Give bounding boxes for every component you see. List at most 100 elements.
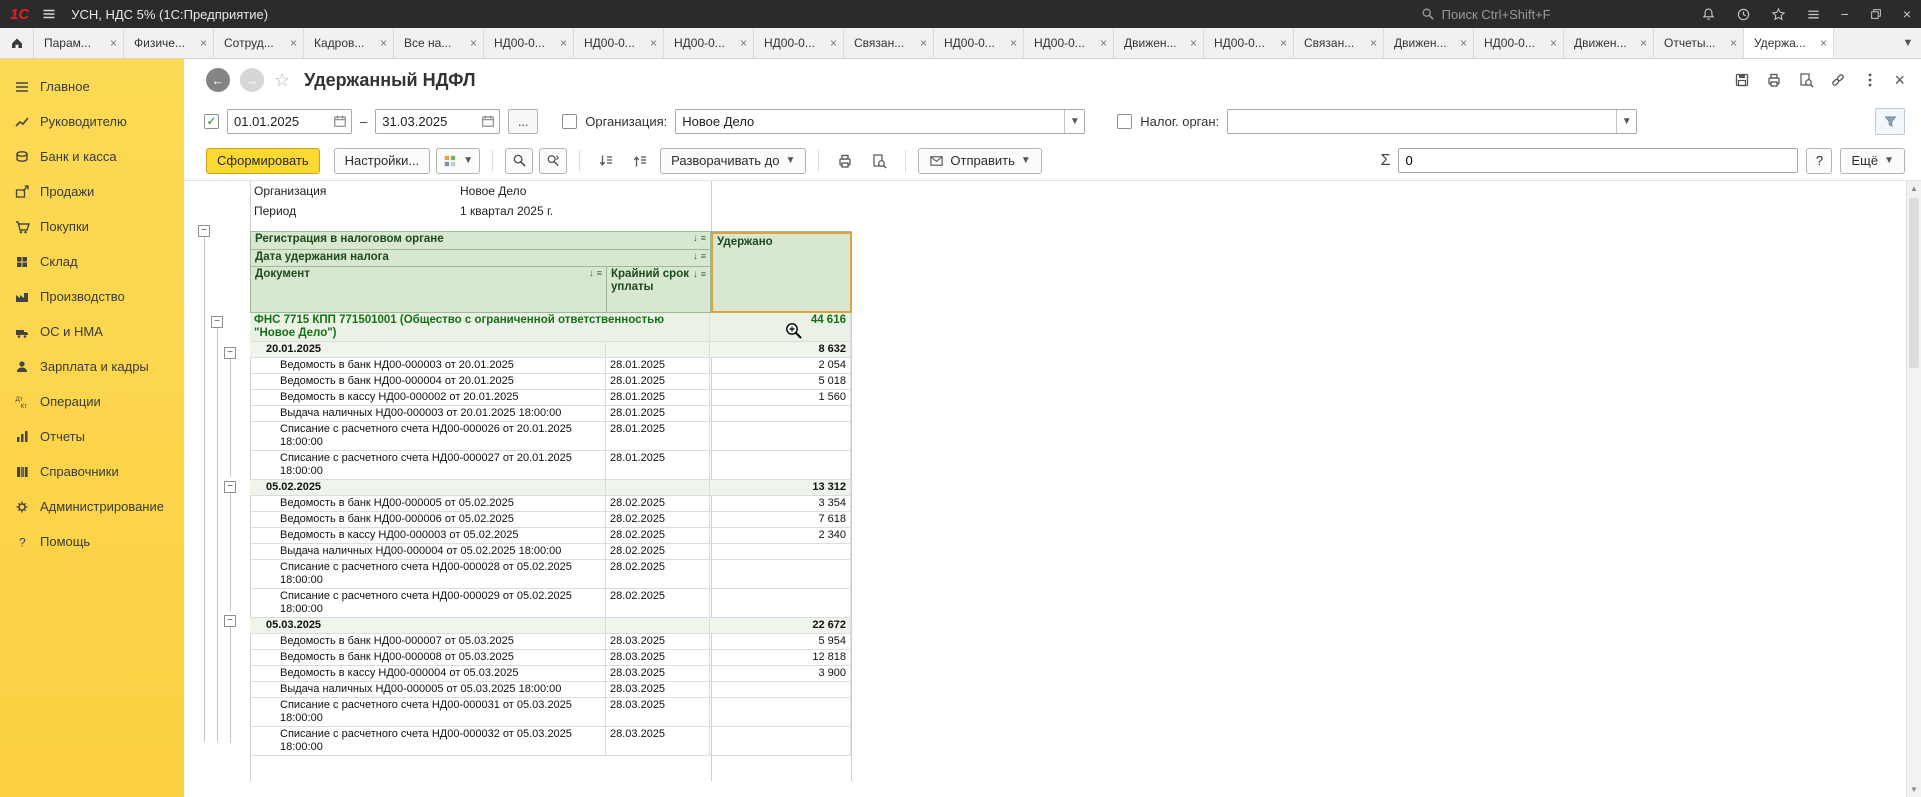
doc-cell[interactable]: Списание с расчетного счета НД00-000029 … — [250, 589, 606, 618]
tab-close-icon[interactable]: × — [1100, 36, 1107, 50]
period-checkbox[interactable]: ✓ — [204, 114, 219, 129]
deadline-cell[interactable]: 28.02.2025 — [606, 512, 710, 528]
deadline-cell[interactable]: 28.03.2025 — [606, 727, 710, 756]
scrollbar-thumb[interactable] — [1909, 198, 1919, 368]
value-cell[interactable] — [710, 682, 851, 698]
deadline-cell[interactable] — [606, 480, 710, 496]
tab[interactable]: Отчеты...× — [1654, 28, 1744, 58]
deadline-cell[interactable]: 28.02.2025 — [606, 560, 710, 589]
tab[interactable]: НД00-0...× — [664, 28, 754, 58]
doc-cell[interactable]: Ведомость в банк НД00-000007 от 05.03.20… — [250, 634, 606, 650]
sidebar-item-otchety[interactable]: Отчеты — [0, 419, 184, 454]
doc-cell[interactable]: Ведомость в банк НД00-000004 от 20.01.20… — [250, 374, 606, 390]
deadline-cell[interactable]: 28.03.2025 — [606, 666, 710, 682]
tab-close-icon[interactable]: × — [110, 36, 117, 50]
send-button[interactable]: Отправить ▼ — [918, 148, 1041, 174]
sidebar-item-zarplata-kadry[interactable]: Зарплата и кадры — [0, 349, 184, 384]
filter-settings-button[interactable] — [1875, 108, 1905, 135]
header-registration[interactable]: ≡↓ Регистрация в налоговом органе — [251, 232, 711, 250]
doc-cell[interactable]: Списание с расчетного счета НД00-000027 … — [250, 451, 606, 480]
tab-close-icon[interactable]: × — [1550, 36, 1557, 50]
settings-button[interactable]: Настройки... — [334, 148, 431, 174]
doc-cell[interactable]: Списание с расчетного счета НД00-000026 … — [250, 422, 606, 451]
forward-button[interactable]: → — [240, 68, 264, 92]
tab-close-icon[interactable]: × — [830, 36, 837, 50]
tab[interactable]: Кадров...× — [304, 28, 394, 58]
doc-cell[interactable]: Выдача наличных НД00-000004 от 05.02.202… — [250, 544, 606, 560]
scroll-down-icon[interactable]: ▼ — [1907, 782, 1921, 797]
value-cell[interactable] — [710, 727, 851, 756]
tab-close-icon[interactable]: × — [1820, 36, 1827, 50]
sidebar-item-rukovoditelyu[interactable]: Руководителю — [0, 104, 184, 139]
header-document[interactable]: ≡↓ Документ — [251, 267, 607, 313]
deadline-cell[interactable]: 28.02.2025 — [606, 589, 710, 618]
deadline-cell[interactable]: 28.01.2025 — [606, 406, 710, 422]
value-cell[interactable]: 3 900 — [710, 666, 851, 682]
deadline-cell[interactable]: 28.01.2025 — [606, 422, 710, 451]
doc-cell[interactable]: Ведомость в банк НД00-000006 от 05.02.20… — [250, 512, 606, 528]
deadline-cell[interactable]: 28.03.2025 — [606, 682, 710, 698]
doc-cell[interactable]: Списание с расчетного счета НД00-000028 … — [250, 560, 606, 589]
history-clock-icon[interactable] — [1736, 7, 1751, 22]
value-cell[interactable]: 2 054 — [710, 358, 851, 374]
find-next-button[interactable] — [539, 148, 567, 174]
tab-close-icon[interactable]: × — [1640, 36, 1647, 50]
scroll-up-icon[interactable]: ▲ — [1907, 181, 1921, 196]
tab-close-icon[interactable]: × — [650, 36, 657, 50]
value-cell[interactable] — [710, 406, 851, 422]
deadline-cell[interactable]: 28.02.2025 — [606, 496, 710, 512]
tab[interactable]: НД00-0...× — [1204, 28, 1294, 58]
sidebar-item-spravochniki[interactable]: Справочники — [0, 454, 184, 489]
doc-cell[interactable]: Ведомость в кассу НД00-000002 от 20.01.2… — [250, 390, 606, 406]
sidebar-item-os-nma[interactable]: ОС и НМА — [0, 314, 184, 349]
tab-close-icon[interactable]: × — [560, 36, 567, 50]
doc-cell[interactable]: Ведомость в банк НД00-000003 от 20.01.20… — [250, 358, 606, 374]
restore-window-icon[interactable] — [1869, 7, 1883, 21]
deadline-cell[interactable]: 28.02.2025 — [606, 528, 710, 544]
tab-close-icon[interactable]: × — [290, 36, 297, 50]
deadline-cell[interactable] — [606, 618, 710, 634]
tab[interactable]: Все на...× — [394, 28, 484, 58]
doc-cell[interactable]: Выдача наличных НД00-000003 от 20.01.202… — [250, 406, 606, 422]
service-menu-icon[interactable] — [1806, 7, 1821, 22]
sidebar-item-prodazhi[interactable]: Продажи — [0, 174, 184, 209]
tab-close-icon[interactable]: × — [1010, 36, 1017, 50]
save-icon[interactable] — [1734, 72, 1750, 88]
sort-list-icon[interactable]: ≡ — [701, 251, 706, 261]
doc-cell[interactable]: Ведомость в банк НД00-000005 от 05.02.20… — [250, 496, 606, 512]
print-button[interactable] — [831, 148, 859, 174]
sort-list-icon[interactable]: ≡ — [701, 233, 706, 243]
tab[interactable]: НД00-0...× — [1474, 28, 1564, 58]
tab-close-icon[interactable]: × — [1370, 36, 1377, 50]
collapse-level-0-box[interactable]: − — [198, 225, 210, 237]
group-date-cell[interactable]: 05.02.2025 — [250, 480, 606, 496]
deadline-cell[interactable]: 28.01.2025 — [606, 390, 710, 406]
header-withhold-date[interactable]: ≡↓ Дата удержания налога — [251, 250, 711, 267]
value-cell[interactable]: 5 954 — [710, 634, 851, 650]
minimize-icon[interactable]: − — [1841, 6, 1849, 22]
tab[interactable]: Движен...× — [1114, 28, 1204, 58]
tab[interactable]: Движен...× — [1564, 28, 1654, 58]
main-menu-icon[interactable] — [41, 6, 57, 22]
notifications-bell-icon[interactable] — [1701, 7, 1716, 22]
home-tab-button[interactable] — [0, 28, 34, 58]
value-cell[interactable]: 5 018 — [710, 374, 851, 390]
sidebar-item-sklad[interactable]: Склад — [0, 244, 184, 279]
global-search[interactable]: Поиск Ctrl+Shift+F — [1421, 7, 1551, 22]
tab[interactable]: Физиче...× — [124, 28, 214, 58]
tab[interactable]: НД00-0...× — [934, 28, 1024, 58]
sort-down-icon[interactable]: ↓ — [589, 268, 594, 279]
sort-down-icon[interactable]: ↓ — [693, 251, 698, 262]
value-cell[interactable]: 2 340 — [710, 528, 851, 544]
doc-cell[interactable]: Ведомость в кассу НД00-000003 от 05.02.2… — [250, 528, 606, 544]
expand-levels-button[interactable] — [626, 148, 654, 174]
generate-button[interactable]: Сформировать — [206, 148, 320, 174]
favorites-star-icon[interactable] — [1771, 7, 1786, 22]
tax-authority-checkbox[interactable] — [1117, 114, 1132, 129]
value-cell[interactable] — [710, 544, 851, 560]
more-button[interactable]: Ещё ▼ — [1840, 148, 1905, 174]
find-button[interactable] — [505, 148, 533, 174]
group-total-cell[interactable]: 8 632 — [710, 342, 851, 358]
sidebar-item-pokupki[interactable]: Покупки — [0, 209, 184, 244]
fns-value-cell[interactable]: 44 616 — [710, 313, 851, 342]
